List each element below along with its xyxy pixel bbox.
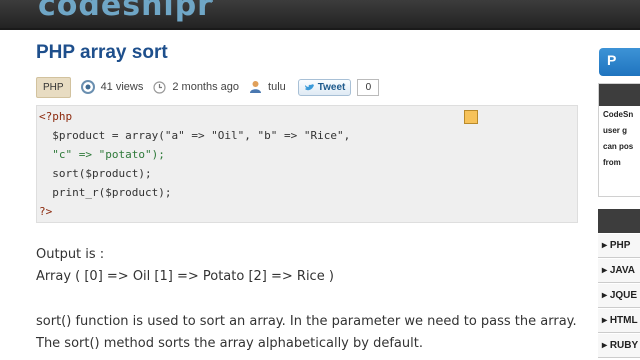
output-value: Array ( [0] => Oil [1] => Potato [2] => …	[36, 269, 334, 284]
copy-code-icon[interactable]	[464, 110, 478, 124]
post-meta: PHP 41 views 2 months ago tulu Tweet 0	[36, 75, 380, 99]
user-icon	[249, 80, 262, 94]
category-label: HTML	[609, 315, 638, 326]
sidebar-categories-header	[598, 209, 640, 233]
tweet-button[interactable]: Tweet	[297, 78, 352, 96]
code-line-1: <?php	[39, 110, 73, 123]
tag-badge[interactable]: PHP	[36, 76, 71, 98]
sidebar-category-ruby[interactable]: ▸ RUBY	[598, 334, 640, 358]
right-sidebar: P CodeSn user g can pos from l ▸ PHP ▸ J…	[592, 30, 640, 360]
code-line-3: "c" => "potato");	[39, 148, 165, 161]
sidebar-info-header	[599, 84, 640, 106]
logo-tagline: beta	[200, 0, 214, 4]
sidebar-category-html[interactable]: ▸ HTML	[598, 309, 640, 333]
sidebar-info-box: CodeSn user g can pos from l	[598, 83, 640, 197]
author-name[interactable]: tulu	[268, 81, 286, 93]
category-label: PHP	[609, 240, 631, 251]
views-count: 41 views	[100, 81, 144, 93]
code-line-2: $product = array("a" => "Oil", "b" => "R…	[39, 129, 351, 142]
top-header-bar: codesnipr beta	[0, 0, 640, 30]
twitter-bird-icon	[304, 83, 314, 90]
category-label: JAVA	[609, 265, 636, 276]
code-line-6: ?>	[39, 205, 53, 218]
code-line-4: sort($product);	[39, 167, 152, 180]
eye-icon	[80, 80, 95, 94]
sidebar-category-jquery[interactable]: ▸ JQUE	[598, 284, 640, 308]
page-title: PHP array sort	[36, 42, 168, 63]
site-logo[interactable]: codesnipr	[38, 0, 213, 23]
output-label: Output is :	[36, 247, 105, 262]
category-label: JQUE	[609, 290, 638, 301]
tweet-label: Tweet	[317, 81, 346, 93]
sidebar-info-line: can pos	[603, 142, 634, 151]
code-block[interactable]: <?php $product = array("a" => "Oil", "b"…	[36, 105, 578, 223]
main-content: PHP array sort PHP 41 views 2 months ago…	[0, 30, 590, 360]
sidebar-category-php[interactable]: ▸ PHP	[598, 234, 640, 258]
sidebar-info-line: user g	[603, 126, 628, 135]
description-line-1: sort() function is used to sort an array…	[36, 314, 577, 329]
sidebar-info-line: from	[603, 158, 621, 167]
category-label: RUBY	[609, 340, 639, 351]
clock-icon	[153, 80, 166, 94]
code-line-5: print_r($product);	[39, 186, 172, 199]
sidebar-post-button[interactable]: P	[599, 48, 640, 76]
tweet-count: 0	[357, 78, 380, 96]
sidebar-category-java[interactable]: ▸ JAVA	[598, 259, 640, 283]
sidebar-info-line: CodeSn	[603, 110, 634, 119]
description-line-2: The sort() method sorts the array alphab…	[36, 336, 423, 351]
post-time: 2 months ago	[172, 81, 240, 93]
